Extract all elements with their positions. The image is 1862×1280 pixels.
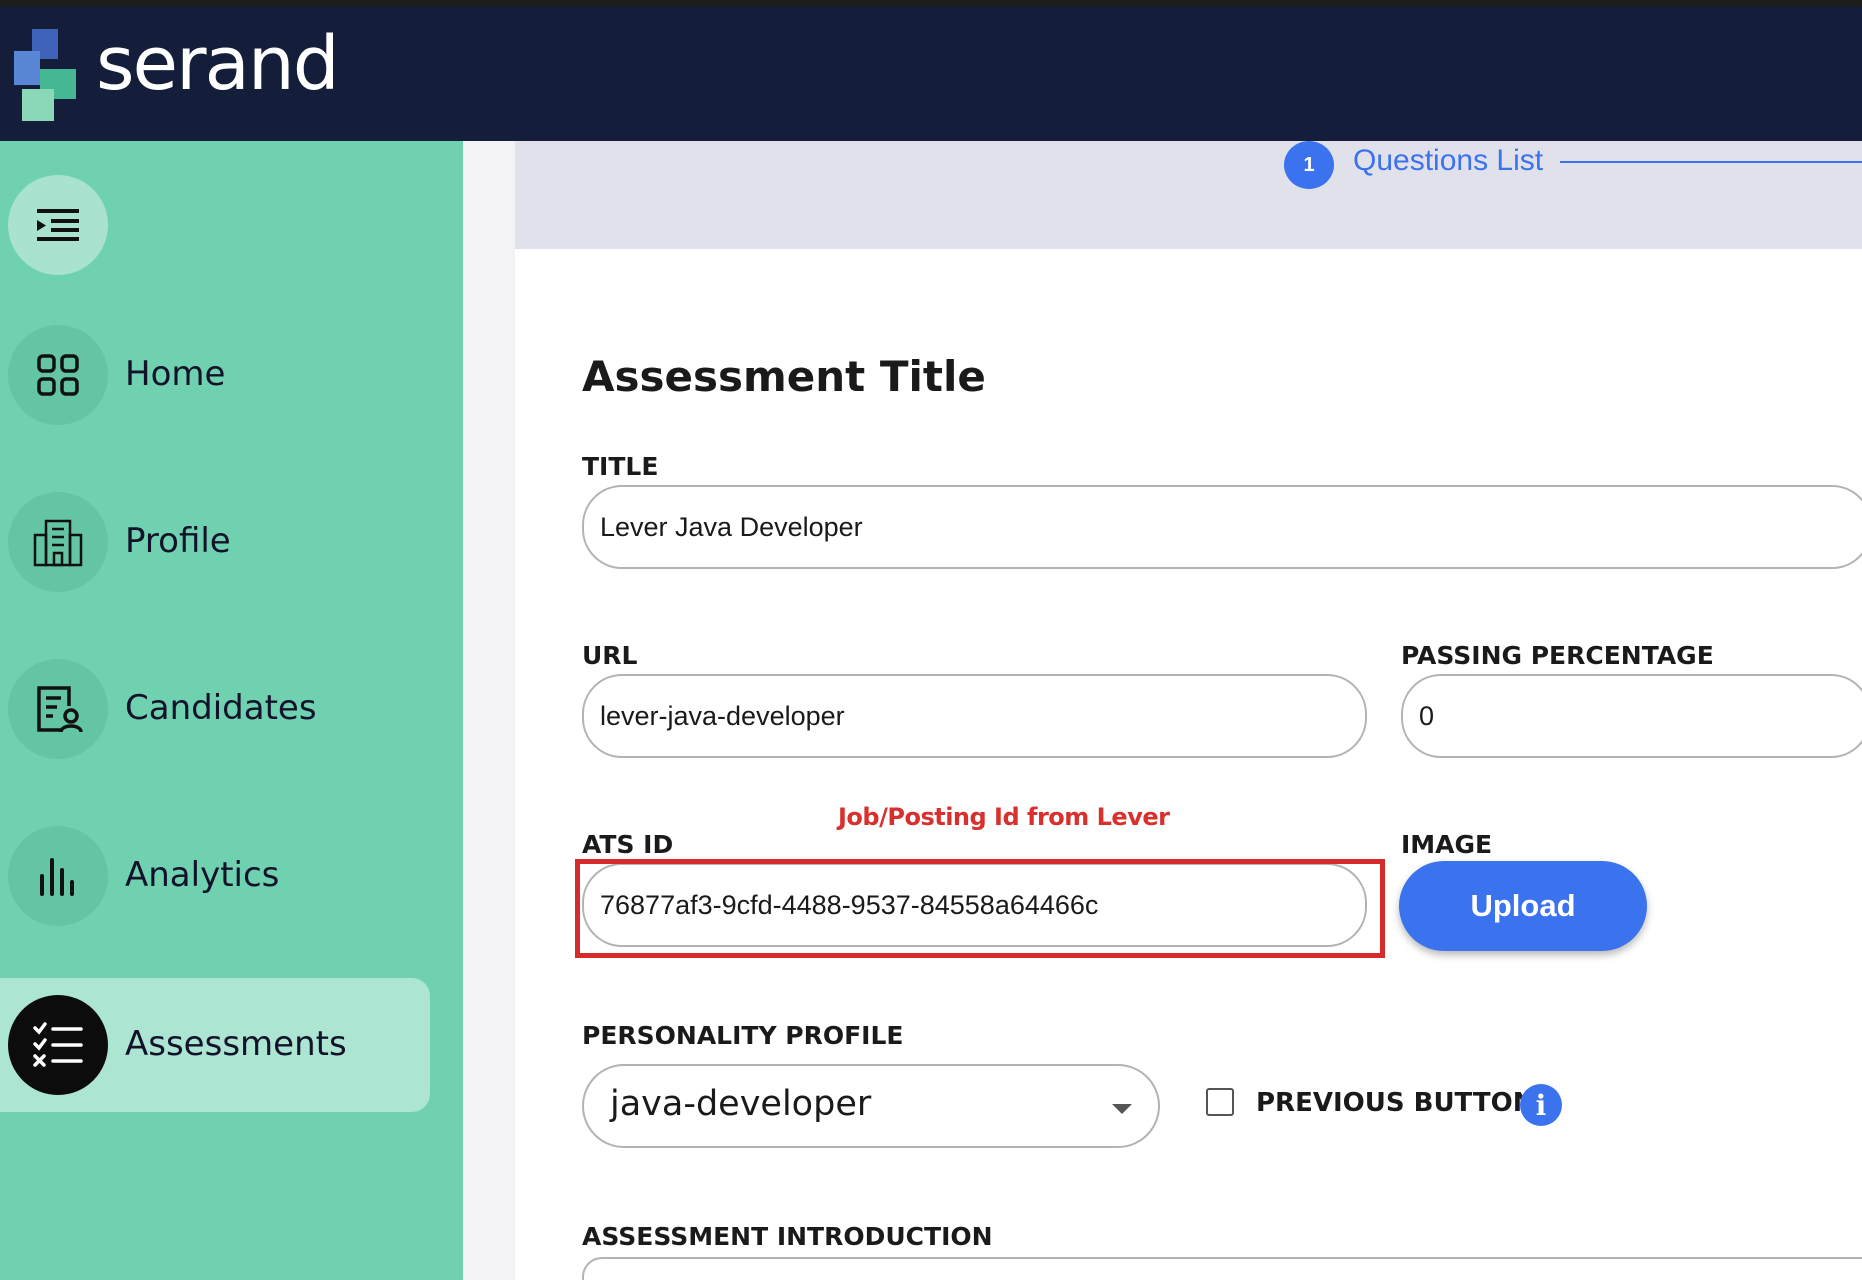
sidebar-item-home[interactable]: Home [0,308,430,442]
collapse-menu-icon [37,209,79,241]
passing-percentage-label: PASSING PERCENTAGE [1401,641,1714,670]
url-label: URL [582,641,638,670]
passing-percentage-input[interactable]: 0 [1401,674,1862,758]
chevron-down-icon [1112,1104,1132,1114]
image-label: IMAGE [1401,830,1493,859]
candidate-file-icon [8,659,108,759]
title-label: TITLE [582,452,659,481]
building-icon [8,492,108,592]
sidebar-item-label: Home [125,354,226,394]
url-input-value: lever-java-developer [600,700,845,731]
title-input-value: Lever Java Developer [600,511,863,542]
personality-profile-select[interactable]: java-developer [582,1064,1160,1148]
ats-id-hint-annotation: Job/Posting Id from Lever [838,803,1170,831]
upload-button[interactable]: Upload [1399,861,1647,951]
url-input[interactable]: lever-java-developer [582,674,1367,758]
sidebar-item-candidates[interactable]: Candidates [0,642,430,776]
sidebar-item-profile[interactable]: Profile [0,475,430,609]
app-header: serand [0,7,1862,141]
grid-icon [8,325,108,425]
sidebar-item-label: Candidates [125,688,317,728]
checklist-icon [8,995,108,1095]
ats-id-label: ATS ID [582,830,674,859]
brand-name: serand [96,21,340,107]
assessment-introduction-label: ASSESSMENT INTRODUCTION [582,1222,993,1251]
bar-chart-icon [8,826,108,926]
step-questions-list[interactable]: Questions List [1353,144,1543,178]
personality-profile-label: PERSONALITY PROFILE [582,1021,904,1050]
sidebar: Home Profile Candidates Analytics Assess… [0,141,463,1280]
assessment-introduction-editor[interactable] [582,1257,1862,1280]
step-connector-line [1560,161,1862,163]
step-number-badge: 1 [1284,141,1334,189]
form-heading: Assessment Title [582,352,986,401]
stepper-band: 1 Questions List [515,141,1862,249]
window-top-strip [0,0,1862,7]
sidebar-item-assessments[interactable]: Assessments [0,978,430,1112]
sidebar-item-analytics[interactable]: Analytics [0,809,430,943]
previous-button-checkbox[interactable] [1206,1088,1234,1116]
info-icon[interactable]: i [1520,1084,1562,1126]
previous-button-label[interactable]: PREVIOUS BUTTON [1256,1088,1534,1118]
personality-profile-value: java-developer [610,1084,872,1124]
sidebar-item-label: Assessments [125,1024,347,1064]
sidebar-item-label: Analytics [125,855,280,895]
sidebar-collapse-button[interactable] [8,175,108,275]
serand-logo-icon [14,29,76,121]
ats-id-highlight-box [575,859,1385,958]
sidebar-item-label: Profile [125,521,231,561]
content-gutter [463,141,515,1280]
title-input[interactable]: Lever Java Developer [582,485,1862,569]
passing-percentage-value: 0 [1419,700,1435,731]
